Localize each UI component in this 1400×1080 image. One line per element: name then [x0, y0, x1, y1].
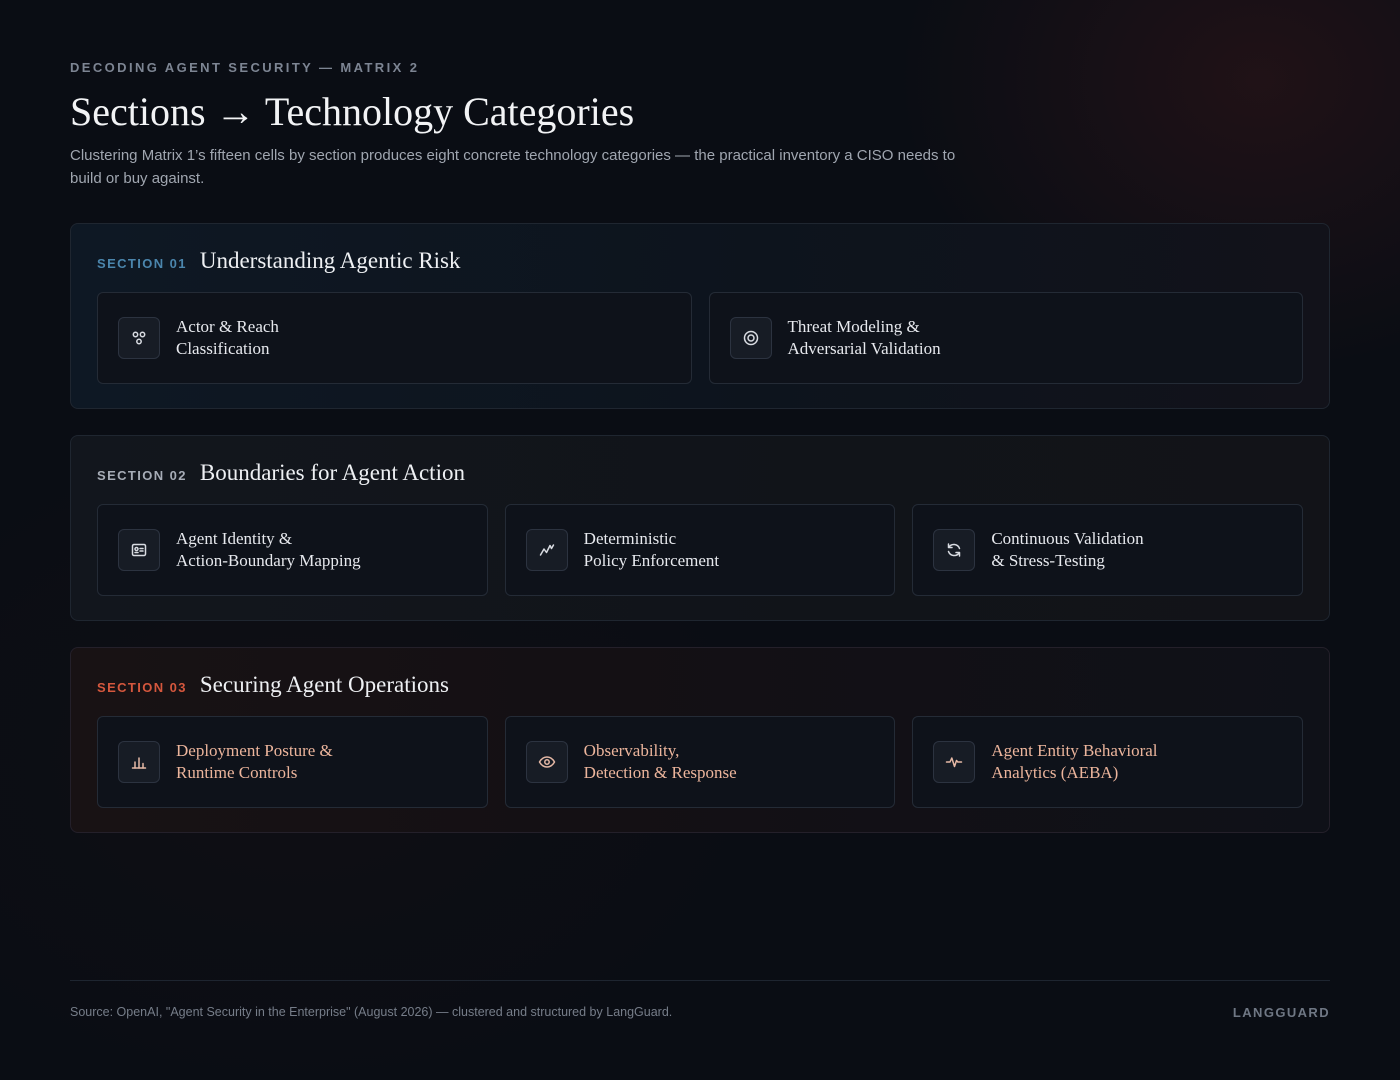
eyebrow: DECODING AGENT SECURITY — MATRIX 2	[70, 60, 420, 75]
category-label: Observability, Detection & Response	[583, 741, 737, 782]
category-card-actor-reach[interactable]: Actor & Reach Classification	[97, 292, 692, 384]
section-number: SECTION 01	[97, 256, 187, 271]
category-label: Continuous Validation & Stress-Testing	[991, 529, 1144, 570]
section-header: SECTION 01 Understanding Agentic Risk	[97, 248, 461, 274]
category-card-deployment-posture[interactable]: Deployment Posture & Runtime Controls	[97, 716, 488, 808]
source-note: Source: OpenAI, "Agent Security in the E…	[70, 1005, 673, 1019]
section-boundaries-agent-action: SECTION 02 Boundaries for Agent Action A…	[70, 435, 1330, 621]
page-subtitle: Clustering Matrix 1’s fifteen cells by s…	[70, 147, 956, 187]
actor-icon	[118, 317, 160, 359]
brand-logo: LANGGUARD	[1232, 1005, 1330, 1020]
section-securing-agent-operations: SECTION 03 Securing Agent Operations Dep…	[70, 647, 1330, 833]
category-cards: Deployment Posture & Runtime Controls Ob…	[97, 716, 1304, 808]
category-label: Threat Modeling & Adversarial Validation	[787, 317, 941, 358]
id-card-icon	[118, 529, 160, 571]
category-card-policy-enforcement[interactable]: Deterministic Policy Enforcement	[504, 504, 896, 596]
page-title: Sections → Technology Categories	[70, 89, 635, 134]
section-header: SECTION 02 Boundaries for Agent Action	[97, 460, 465, 486]
section-understanding-agentic-risk: SECTION 01 Understanding Agentic Risk Ac…	[70, 223, 1330, 409]
refresh-icon	[933, 529, 976, 571]
section-number: SECTION 02	[97, 468, 187, 483]
heartbeat-icon	[933, 741, 976, 783]
section-title: Understanding Agentic Risk	[199, 248, 461, 273]
bar-chart-icon	[118, 741, 160, 783]
category-cards: Actor & Reach Classification Threat Mode…	[97, 292, 1303, 384]
category-label: Actor & Reach Classification	[176, 317, 279, 358]
footer-divider	[70, 980, 1330, 981]
pulse-line-icon	[525, 529, 568, 571]
section-title: Boundaries for Agent Action	[199, 460, 465, 485]
category-card-threat-modeling[interactable]: Threat Modeling & Adversarial Validation	[708, 292, 1303, 384]
category-card-continuous-validation[interactable]: Continuous Validation & Stress-Testing	[912, 504, 1304, 596]
category-label: Agent Identity & Action-Boundary Mapping	[176, 529, 361, 570]
target-icon	[729, 317, 772, 359]
category-label: Agent Entity Behavioral Analytics (AEBA)	[991, 741, 1158, 782]
category-cards: Agent Identity & Action-Boundary Mapping…	[97, 504, 1304, 596]
section-number: SECTION 03	[97, 680, 187, 695]
category-label: Deterministic Policy Enforcement	[583, 529, 720, 570]
category-card-agent-identity[interactable]: Agent Identity & Action-Boundary Mapping	[97, 504, 488, 596]
category-card-observability[interactable]: Observability, Detection & Response	[504, 716, 896, 808]
eye-icon	[525, 741, 568, 783]
section-header: SECTION 03 Securing Agent Operations	[97, 672, 449, 698]
category-label: Deployment Posture & Runtime Controls	[176, 741, 333, 782]
section-title: Securing Agent Operations	[199, 672, 449, 697]
category-card-aeba[interactable]: Agent Entity Behavioral Analytics (AEBA)	[912, 716, 1304, 808]
